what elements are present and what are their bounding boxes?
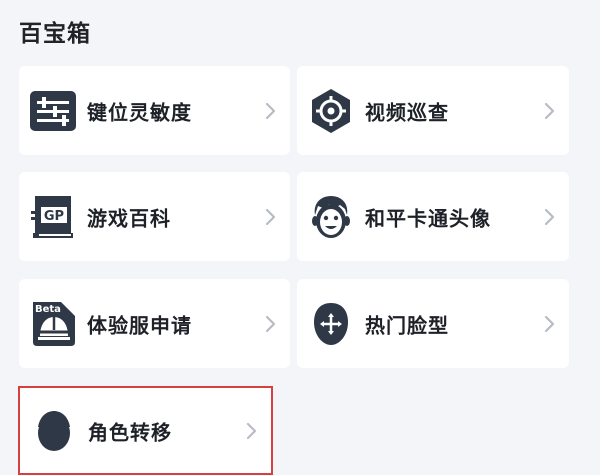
- tool-item-video-patrol[interactable]: 视频巡查: [297, 66, 569, 155]
- tool-item-role-transfer[interactable]: 角色转移: [18, 386, 273, 475]
- tool-item-label: 角色转移: [88, 420, 172, 444]
- gp-book-icon: GP: [29, 193, 77, 241]
- section-title: 百宝箱: [19, 21, 91, 47]
- chevron-right-icon: [246, 422, 258, 440]
- tool-item-label: 热门脸型: [365, 313, 449, 337]
- chevron-right-icon: [265, 315, 277, 333]
- chevron-right-icon: [544, 315, 556, 333]
- chevron-right-icon: [265, 102, 277, 120]
- sliders-icon: [29, 87, 77, 135]
- tool-item-popular-face-shape[interactable]: 热门脸型: [297, 279, 569, 368]
- tool-item-label: 体验服申请: [87, 313, 192, 337]
- chevron-right-icon: [544, 102, 556, 120]
- tool-item-beta-server-apply[interactable]: Beta 体验服申请: [19, 279, 290, 368]
- tool-item-game-wiki[interactable]: GP 游戏百科: [19, 172, 290, 261]
- tool-item-key-sensitivity[interactable]: 键位灵敏度: [19, 66, 290, 155]
- svg-text:Beta: Beta: [35, 304, 61, 315]
- cartoon-face-icon: [307, 193, 355, 241]
- crosshair-icon: [307, 87, 355, 135]
- tool-item-label: 和平卡通头像: [365, 206, 491, 230]
- tool-item-label: 键位灵敏度: [87, 100, 192, 124]
- svg-text:GP: GP: [44, 209, 64, 224]
- chevron-right-icon: [265, 208, 277, 226]
- tool-item-label: 视频巡查: [365, 100, 449, 124]
- face-shape-icon: [307, 300, 355, 348]
- tool-item-cartoon-avatar[interactable]: 和平卡通头像: [297, 172, 569, 261]
- role-transfer-icon: [30, 407, 78, 455]
- tool-item-label: 游戏百科: [87, 206, 171, 230]
- beta-helmet-icon: Beta: [29, 300, 77, 348]
- chevron-right-icon: [544, 208, 556, 226]
